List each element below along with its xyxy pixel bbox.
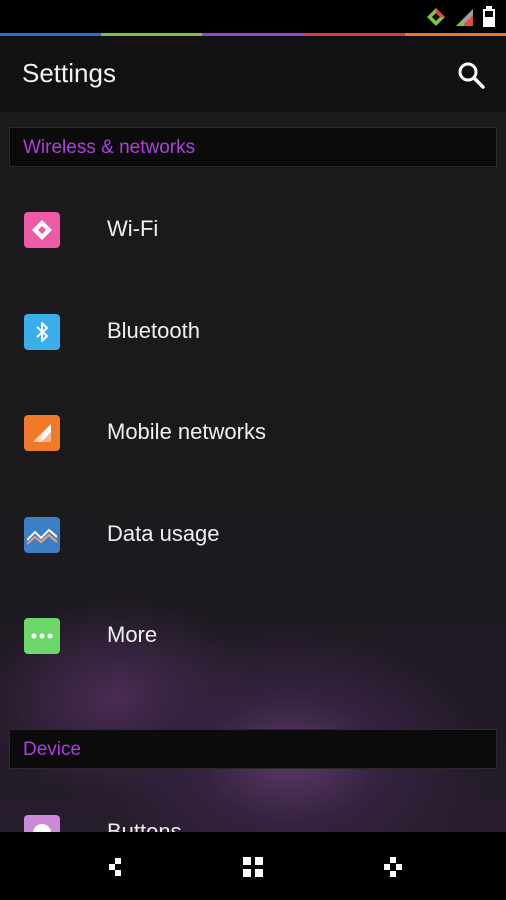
recents-icon <box>384 857 402 877</box>
settings-item-wifi[interactable]: Wi-Fi <box>0 180 506 280</box>
battery-icon <box>483 6 495 27</box>
settings-item-data-usage[interactable]: Data usage <box>0 485 506 585</box>
page-title: Settings <box>22 58 116 88</box>
settings-item-bluetooth[interactable]: Bluetooth <box>0 282 506 382</box>
home-icon <box>243 857 263 877</box>
settings-item-mobile-networks[interactable]: Mobile networks <box>0 383 506 483</box>
cell-signal-icon <box>456 9 473 26</box>
status-bar <box>0 0 506 33</box>
section-title: Wireless & networks <box>23 137 196 158</box>
mobile-networks-icon <box>24 415 60 451</box>
item-label: More <box>107 622 158 647</box>
search-icon <box>458 62 485 89</box>
section-title: Device <box>23 739 82 760</box>
item-label: Data usage <box>107 521 220 546</box>
search-button[interactable] <box>456 60 486 90</box>
more-icon <box>24 618 60 654</box>
section-header-wireless: Wireless & networks <box>9 127 497 167</box>
recents-button[interactable] <box>378 852 408 882</box>
navigation-bar <box>0 832 506 900</box>
back-icon <box>109 858 121 876</box>
item-label: Bluetooth <box>107 318 200 343</box>
item-label: Mobile networks <box>107 419 266 444</box>
back-button[interactable] <box>99 852 129 882</box>
signal-diamond-icon <box>427 8 445 26</box>
settings-item-more[interactable]: More <box>0 586 506 686</box>
bluetooth-icon <box>24 314 60 350</box>
action-bar: Settings <box>0 36 506 112</box>
item-label: Wi-Fi <box>107 216 159 241</box>
home-button[interactable] <box>238 852 268 882</box>
wifi-icon <box>24 212 60 248</box>
section-header-device: Device <box>9 729 497 769</box>
data-usage-icon <box>24 517 60 553</box>
